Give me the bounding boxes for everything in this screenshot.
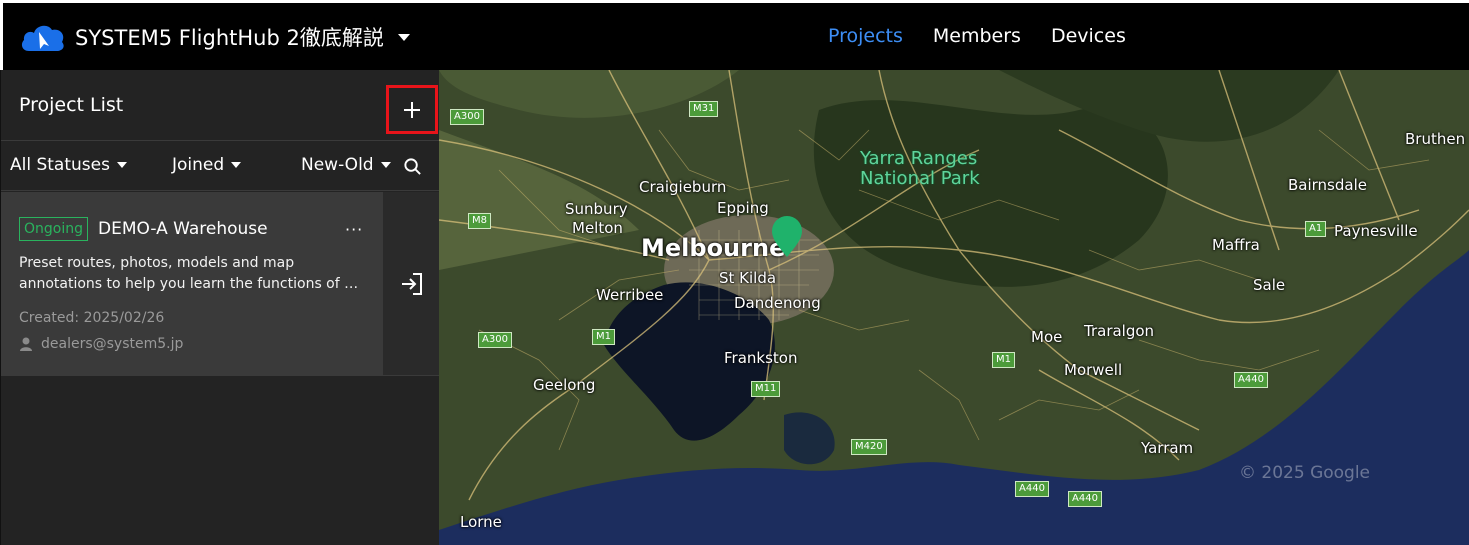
user-icon — [20, 337, 32, 351]
project-owner-email: dealers@system5.jp — [41, 336, 184, 352]
road-shield: A440 — [1068, 491, 1102, 507]
chevron-down-icon — [231, 162, 242, 168]
sort-dropdown[interactable]: New-Old — [301, 155, 391, 175]
map-label-st-kilda: St Kilda — [719, 269, 777, 287]
map-label-bairnsdale: Bairnsdale — [1288, 176, 1367, 194]
enter-icon — [401, 272, 422, 295]
map-label-morwell: Morwell — [1064, 361, 1123, 379]
map-label-geelong: Geelong — [533, 376, 596, 394]
road-shield: A300 — [450, 109, 484, 125]
map-label-melton: Melton — [572, 219, 623, 237]
map-label-frankston: Frankston — [724, 349, 798, 367]
sort-label: New-Old — [301, 155, 374, 175]
map-label-melbourne: Melbourne — [641, 234, 786, 262]
chevron-down-icon[interactable] — [397, 33, 410, 41]
chevron-down-icon — [380, 162, 391, 168]
road-shield: A1 — [1305, 221, 1327, 237]
app-switcher[interactable]: SYSTEM5 FlightHub 2徹底解説 — [19, 17, 410, 57]
road-shield: M1 — [992, 352, 1015, 368]
plus-icon — [404, 101, 420, 118]
road-shield: M1 — [592, 329, 615, 345]
map-label-dandenong: Dandenong — [734, 294, 821, 312]
project-location-pin-icon[interactable] — [770, 216, 804, 258]
map-label-werribee: Werribee — [596, 286, 664, 304]
app-title: SYSTEM5 FlightHub 2徹底解説 — [75, 26, 384, 50]
project-description: Preset routes, photos, models and map an… — [19, 253, 365, 295]
chevron-down-icon — [116, 162, 127, 168]
project-owner: dealers@system5.jp — [19, 336, 183, 352]
tab-projects[interactable]: Projects — [828, 25, 903, 47]
enter-project-button[interactable] — [383, 192, 440, 375]
cloud-logo-icon — [21, 25, 64, 51]
map-label-craigieburn: Craigieburn — [639, 178, 727, 196]
search-icon[interactable] — [403, 157, 422, 176]
map-label-bruthen: Bruthen — [1405, 130, 1466, 148]
road-shield: A300 — [478, 332, 512, 348]
project-created-date: Created: 2025/02/26 — [19, 310, 165, 326]
map-label-paynesville: Paynesville — [1334, 222, 1418, 240]
road-shield: M11 — [751, 381, 781, 397]
divider — [1, 375, 440, 376]
more-options-icon[interactable]: ··· — [345, 220, 363, 239]
project-sidebar: Project List All Statuses Joined New-Old… — [0, 70, 440, 545]
project-description-line: Preset routes, photos, models and map — [19, 255, 295, 271]
map-label-yarra-ranges: Yarra Ranges — [860, 148, 978, 169]
road-shield: A440 — [1015, 481, 1049, 497]
map-label-moe: Moe — [1031, 328, 1063, 346]
main-nav: Projects Members Devices — [828, 25, 1126, 47]
map-label-traralgon: Traralgon — [1084, 322, 1155, 340]
map-label-maffra: Maffra — [1212, 236, 1260, 254]
top-bar: SYSTEM5 FlightHub 2徹底解説 Projects Members… — [0, 0, 1469, 70]
road-shield: M420 — [851, 439, 887, 455]
map-label-yarram: Yarram — [1141, 439, 1194, 457]
map-label-sale: Sale — [1253, 276, 1286, 294]
membership-filter-label: Joined — [172, 155, 225, 175]
status-filter-dropdown[interactable]: All Statuses — [10, 155, 127, 175]
map-watermark: © 2025 Google — [1239, 463, 1371, 483]
map-label-national-park: National Park — [860, 168, 980, 189]
map-label-epping: Epping — [717, 199, 769, 217]
status-badge: Ongoing — [19, 217, 88, 241]
project-description-line: annotations to help you learn the functi… — [19, 276, 365, 292]
add-project-button[interactable] — [386, 85, 438, 134]
project-list-header: Project List — [1, 70, 440, 141]
status-filter-label: All Statuses — [10, 155, 110, 175]
road-shield: M31 — [689, 101, 719, 117]
project-list-title: Project List — [19, 94, 124, 116]
project-name: DEMO-A Warehouse — [98, 219, 268, 239]
map-label-sunbury: Sunbury — [565, 200, 628, 218]
project-card[interactable]: Ongoing DEMO-A Warehouse ··· Preset rout… — [1, 192, 383, 375]
map-view[interactable]: Melbourne Yarra Ranges National Park Sun… — [439, 70, 1469, 545]
tab-members[interactable]: Members — [933, 25, 1021, 47]
tab-devices[interactable]: Devices — [1051, 25, 1126, 47]
membership-filter-dropdown[interactable]: Joined — [172, 155, 242, 175]
map-label-lorne: Lorne — [460, 513, 502, 531]
road-shield: A440 — [1234, 372, 1268, 388]
filter-bar: All Statuses Joined New-Old — [1, 142, 440, 191]
road-shield: M8 — [468, 213, 491, 229]
